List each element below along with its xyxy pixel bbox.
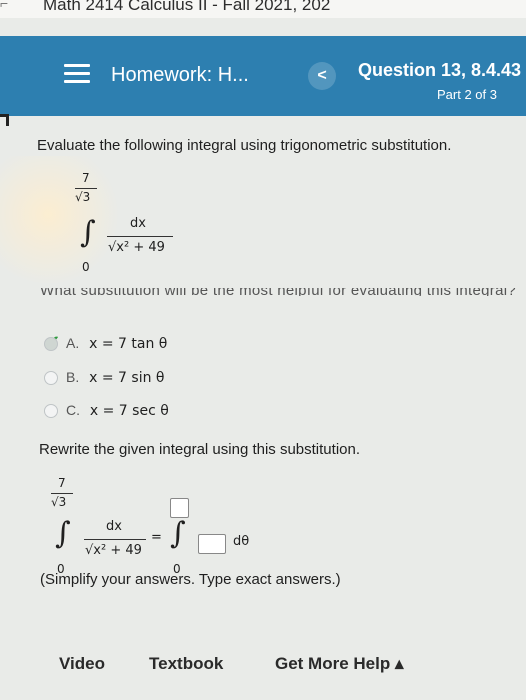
rewrite-upper-denominator: √3 (51, 495, 67, 509)
integral-sign: ∫ (80, 215, 96, 250)
rewrite-integral-sign-left: ∫ (55, 516, 71, 551)
upper-limit-denominator: √3 (75, 190, 91, 204)
rewrite-upper-numerator: 7 (58, 476, 66, 490)
question-content: Evaluate the following integral using tr… (0, 116, 526, 700)
answer-instructions: (Simplify your answers. Type exact answe… (40, 571, 341, 588)
rewrite-upper-bar (51, 493, 73, 494)
homework-title[interactable]: Homework: H... (111, 64, 249, 87)
integrand-answer-box[interactable] (198, 534, 226, 554)
choice-c[interactable]: C. x = 7 sec θ (66, 402, 169, 419)
choice-a-expression: x = 7 tan θ (89, 336, 168, 352)
choice-a-radio[interactable] (44, 337, 58, 351)
equals-sign: = (151, 530, 162, 545)
textbook-link[interactable]: Textbook (149, 654, 223, 674)
question-title: Question 13, 8.4.43 (358, 60, 522, 80)
upper-limit-answer-box[interactable] (170, 498, 189, 518)
choice-b[interactable]: B. x = 7 sin θ (66, 369, 164, 386)
integrand-denominator: √x² + 49 (108, 240, 165, 255)
choice-c-expression: x = 7 sec θ (89, 403, 169, 419)
substitution-question: What substitution will be the most helpf… (40, 288, 516, 296)
window-corner-icon: ⌐ (0, 0, 9, 11)
lower-limit: 0 (82, 260, 90, 274)
rewrite-prompt: Rewrite the given integral using this su… (39, 441, 361, 458)
rewrite-numerator: dx (106, 519, 122, 534)
upper-limit-numerator: 7 (82, 171, 90, 185)
previous-question-button[interactable]: < (308, 62, 336, 90)
question-header: Homework: H... < Question 13, 8.4.43 Par… (0, 36, 526, 116)
choice-b-radio[interactable] (44, 371, 58, 385)
choice-a[interactable]: A. x = 7 tan θ (66, 335, 167, 352)
menu-icon[interactable] (64, 64, 90, 84)
question-part: Part 2 of 3 (437, 87, 497, 102)
get-more-help-link[interactable]: Get More Help ▴ (275, 654, 404, 674)
d-theta: dθ (233, 534, 250, 549)
rewrite-integral-sign-right: ∫ (170, 516, 186, 551)
choice-a-letter: A. (66, 335, 80, 351)
choice-b-letter: B. (66, 369, 80, 385)
upper-limit-bar (75, 188, 97, 189)
integrand-numerator: dx (130, 216, 146, 231)
choice-c-radio[interactable] (44, 404, 58, 418)
course-title-bar: ⌐ Math 2414 Calculus II - Fall 2021, 202 (0, 0, 526, 18)
video-link[interactable]: Video (59, 654, 105, 674)
screen-glare (0, 156, 120, 286)
choice-c-letter: C. (66, 402, 80, 418)
question-prompt: Evaluate the following integral using tr… (37, 137, 452, 154)
course-title: Math 2414 Calculus II - Fall 2021, 202 (43, 0, 331, 14)
integrand-fraction-bar (107, 236, 173, 237)
rewrite-denominator: √x² + 49 (85, 543, 142, 558)
rewrite-fraction-bar (84, 539, 146, 540)
choice-b-expression: x = 7 sin θ (89, 370, 165, 386)
